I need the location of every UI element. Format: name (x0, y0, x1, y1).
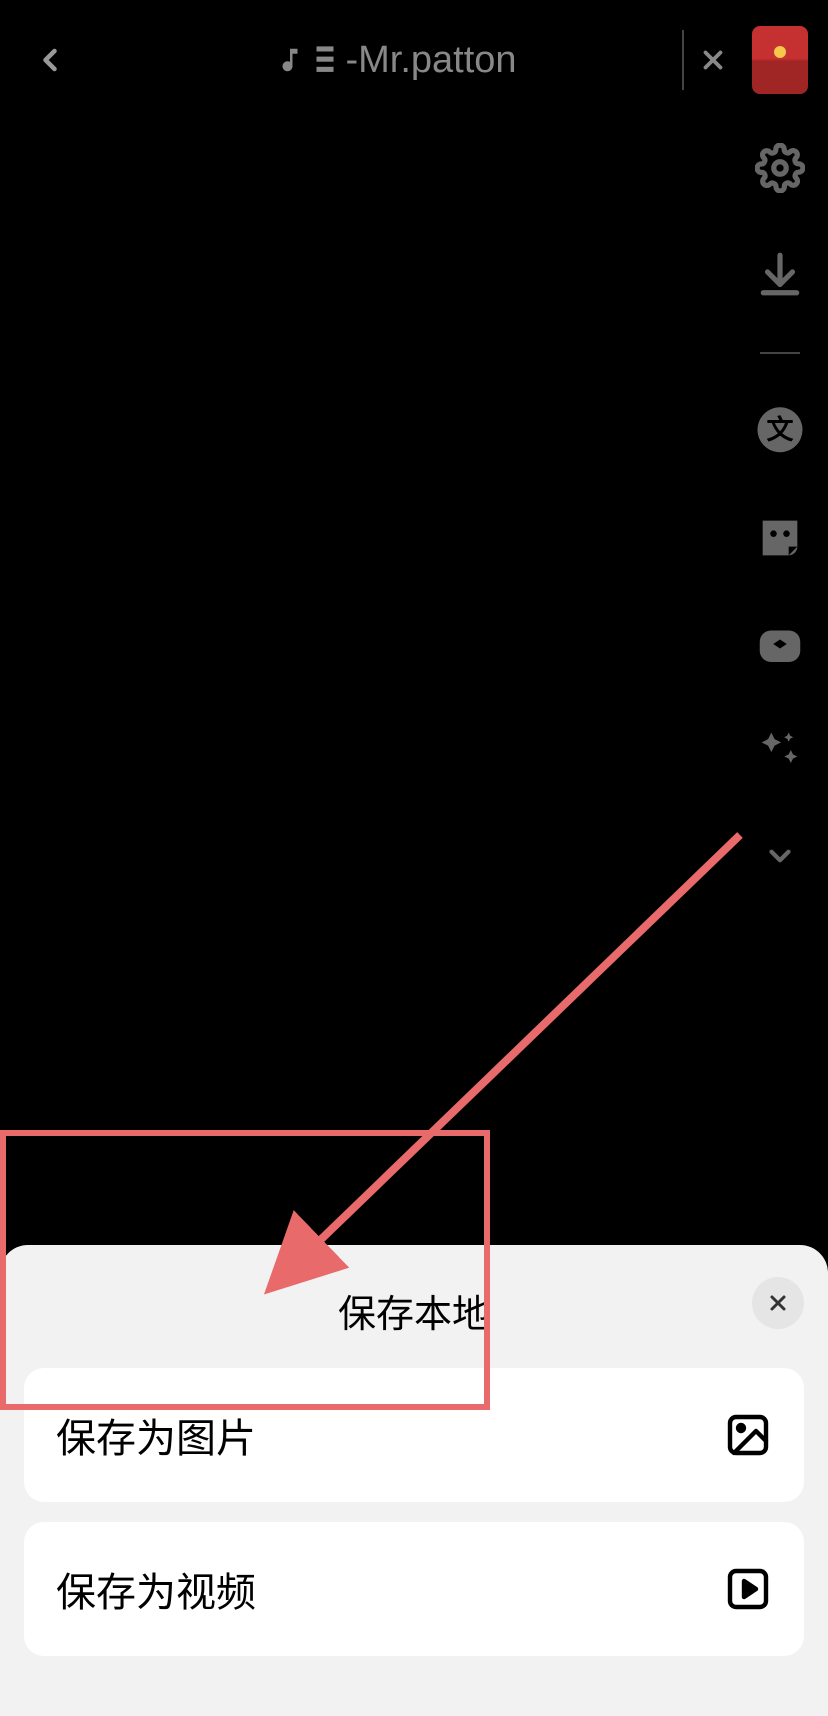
music-icon (275, 45, 305, 75)
text-button[interactable]: 文 (752, 404, 808, 460)
header-title: -Mr.patton (345, 39, 516, 82)
camera-sparkle-icon (753, 617, 807, 671)
chevron-left-icon (32, 42, 68, 78)
video-icon (724, 1565, 772, 1613)
sheet-close-button[interactable] (752, 1277, 804, 1329)
sheet-title: 保存本地 (338, 1283, 490, 1338)
image-icon (724, 1411, 772, 1459)
text-bubble-icon: 文 (753, 405, 807, 459)
title-area[interactable]: -Mr.patton (80, 39, 662, 82)
chevron-down-icon (763, 839, 797, 873)
save-as-image-item[interactable]: 保存为图片 (24, 1368, 804, 1502)
bottom-sheet: 保存本地 保存为图片 保存为视频 (0, 1245, 828, 1716)
sparkles-button[interactable] (752, 722, 808, 778)
sheet-item-label: 保存为视频 (56, 1560, 256, 1618)
header-close-button[interactable] (682, 30, 742, 90)
svg-text:文: 文 (767, 414, 795, 445)
sheet-item-label: 保存为图片 (56, 1406, 256, 1464)
sparkles-icon (754, 724, 806, 776)
sticker-icon (754, 512, 806, 564)
save-as-video-item[interactable]: 保存为视频 (24, 1522, 804, 1656)
clip-icon (315, 43, 335, 77)
download-icon (755, 249, 805, 299)
close-icon (698, 45, 728, 75)
effects-button[interactable] (752, 616, 808, 672)
download-button[interactable] (752, 246, 808, 302)
back-button[interactable] (20, 30, 80, 90)
header: -Mr.patton (0, 0, 828, 120)
settings-button[interactable] (752, 140, 808, 196)
gear-icon (755, 143, 805, 193)
sheet-header: 保存本地 (24, 1283, 804, 1368)
expand-button[interactable] (752, 828, 808, 884)
sticker-button[interactable] (752, 510, 808, 566)
close-icon (766, 1291, 790, 1315)
side-toolbar: 文 (752, 140, 808, 884)
red-packet-button[interactable] (752, 26, 808, 94)
divider (760, 352, 800, 354)
